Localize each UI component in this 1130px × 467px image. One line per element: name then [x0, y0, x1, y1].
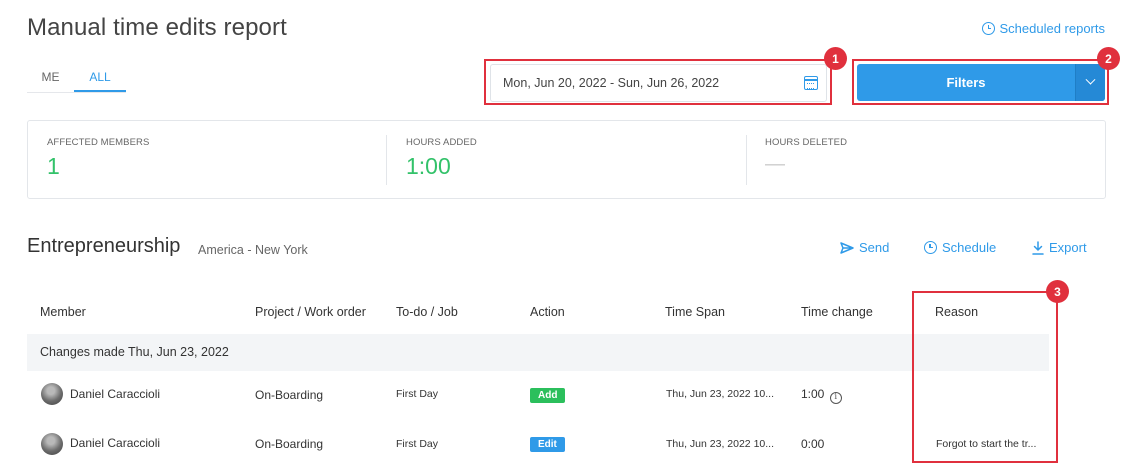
annotation-box-1 [484, 59, 832, 105]
clock-icon [924, 241, 937, 254]
time-span: Thu, Jun 23, 2022 10... [666, 388, 774, 400]
schedule-button[interactable]: Schedule [924, 240, 996, 255]
info-icon[interactable]: i [829, 392, 842, 404]
column-header-project[interactable]: Project / Work order [255, 305, 366, 319]
time-change-value: 1:00 [801, 387, 825, 401]
clock-icon [982, 22, 996, 35]
tab-me[interactable]: ME [27, 62, 74, 92]
annotation-badge-1: 1 [824, 47, 847, 70]
action-badge: Edit [530, 437, 565, 452]
send-label: Send [859, 240, 890, 255]
page-title: Manual time edits report [27, 14, 287, 41]
table-row: Daniel Caraccioli On-Boarding First Day … [27, 371, 1049, 417]
time-change-value: 0:00 [801, 437, 825, 451]
group-timezone: America - New York [198, 243, 308, 257]
stat-divider [386, 135, 387, 185]
column-header-action[interactable]: Action [530, 305, 565, 319]
action-badge: Add [530, 388, 566, 403]
column-header-time-span[interactable]: Time Span [665, 305, 725, 319]
send-button[interactable]: Send [840, 240, 889, 255]
annotation-badge-2: 2 [1097, 47, 1120, 70]
group-title: Entrepreneurship [27, 235, 181, 257]
export-label: Export [1049, 240, 1087, 255]
avatar [41, 433, 63, 455]
column-header-todo[interactable]: To-do / Job [396, 305, 458, 319]
todo-name: First Day [396, 438, 438, 450]
project-name: On-Boarding [255, 388, 324, 402]
member-name: Daniel Caraccioli [70, 387, 161, 401]
time-change: 1:00 i [801, 387, 842, 404]
time-span: Thu, Jun 23, 2022 10... [666, 438, 774, 450]
stat-value: 1 [47, 153, 60, 179]
project-name: On-Boarding [255, 437, 324, 451]
export-button[interactable]: Export [1032, 240, 1087, 255]
stat-label: HOURS DELETED [765, 137, 848, 148]
schedule-label: Schedule [942, 240, 997, 255]
scope-tabs: ME ALL [27, 62, 126, 93]
table-row: Daniel Caraccioli On-Boarding First Day … [27, 421, 1049, 467]
stat-label: AFFECTED MEMBERS [47, 137, 150, 148]
stats-summary-card: AFFECTED MEMBERS 1 HOURS ADDED 1:00 HOUR… [27, 120, 1106, 199]
column-header-time-change[interactable]: Time change [801, 305, 873, 319]
stat-value: 1:00 [406, 153, 451, 179]
send-icon [840, 241, 854, 254]
annotation-box-2 [852, 59, 1109, 105]
avatar [41, 383, 63, 405]
date-group-label: Changes made Thu, Jun 23, 2022 [40, 345, 229, 359]
stat-value: — [765, 153, 785, 175]
date-group-row: Changes made Thu, Jun 23, 2022 [27, 334, 1049, 371]
member-name: Daniel Caraccioli [70, 436, 161, 450]
column-header-member[interactable]: Member [40, 305, 86, 319]
todo-name: First Day [396, 388, 438, 400]
download-icon [1032, 240, 1044, 255]
annotation-box-3 [912, 291, 1058, 463]
tab-all[interactable]: ALL [74, 62, 126, 92]
annotation-badge-3: 3 [1046, 280, 1069, 303]
scheduled-reports-link[interactable]: Scheduled reports [982, 21, 1105, 36]
scheduled-reports-label: Scheduled reports [999, 21, 1105, 36]
table-header: Member Project / Work order To-do / Job … [27, 296, 1049, 328]
stat-label: HOURS ADDED [406, 137, 477, 148]
stat-divider [746, 135, 747, 185]
